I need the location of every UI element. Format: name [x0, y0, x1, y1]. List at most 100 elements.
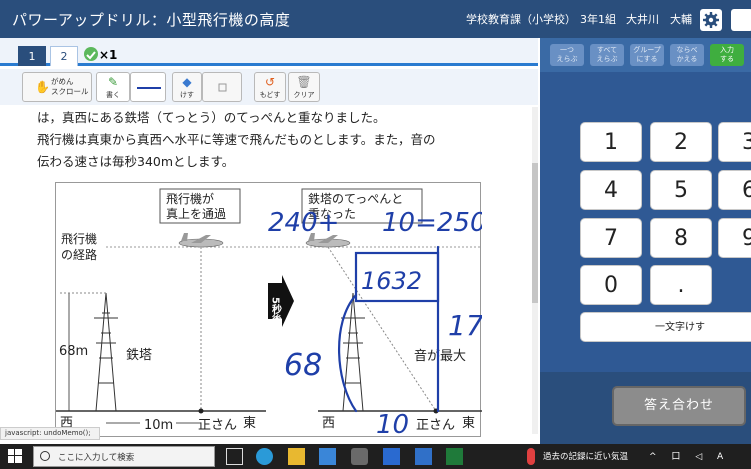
key-5[interactable]: 5 — [650, 170, 712, 210]
key-3[interactable]: 3 — [718, 122, 751, 162]
sei-label-left: 正さん — [198, 418, 237, 433]
mode-tabs: 一つ えらぶ すべて えらぶ グループ にする ならべ かえる 入力 する — [540, 38, 751, 72]
line-width-button[interactable] — [130, 72, 166, 102]
correct-count: ×1 — [99, 48, 118, 62]
mode-tab-select-all[interactable]: すべて えらぶ — [590, 44, 624, 66]
undo-label: もどす — [259, 91, 281, 99]
route-label-2: の経路 — [61, 247, 97, 262]
key-4[interactable]: 4 — [580, 170, 642, 210]
key-2[interactable]: 2 — [650, 122, 712, 162]
trash-icon: 🗑 — [296, 75, 312, 89]
camera-icon[interactable] — [351, 448, 368, 465]
time-label: 5秒後 — [270, 297, 282, 325]
distance-label: 10m — [144, 418, 173, 433]
sei-label-right: 正さん — [416, 418, 455, 433]
page-tab-1[interactable]: 1 — [18, 46, 46, 66]
scroll-tool-button[interactable]: ✋ がめん スクロール — [22, 72, 92, 102]
content-scrollbar[interactable] — [532, 107, 538, 434]
checkmark-icon — [84, 47, 98, 61]
clear-button[interactable]: 🗑 クリア — [288, 72, 320, 102]
key-6[interactable]: 6 — [718, 170, 751, 210]
tower-right — [341, 292, 365, 412]
hw-1700: 1700 — [448, 309, 482, 342]
square-icon — [218, 83, 227, 92]
left-caption-2: 真上を通過 — [166, 207, 226, 221]
sound-label: 音が最大 — [414, 348, 466, 364]
system-tray[interactable]: ^ 口 ◁ A — [649, 449, 729, 462]
title-bar: パワーアップドリル：小型飛行機の高度 学校教育課（小学校） 3年1組 大井川 大… — [0, 0, 751, 38]
line-width-icon — [137, 87, 161, 89]
hw-68: 68 — [284, 348, 322, 383]
drawing-toolbar: ✋ がめん スクロール ✎ 書く ◆ けす ↺ もどす 🗑 クリア — [0, 69, 538, 105]
app-title: パワーアップドリル：小型飛行機の高度 — [12, 11, 291, 29]
input-panel: 一つ えらぶ すべて えらぶ グループ にする ならべ かえる 入力 する 1 … — [540, 38, 751, 444]
question-text: は，真西にある鉄塔（てっとう）のてっぺんと重なりました。 飛行機は真東から真西へ… — [0, 105, 538, 173]
route-label-1: 飛行機 — [61, 231, 97, 246]
scroll-thumb[interactable] — [532, 163, 538, 303]
right-caption-1: 鉄塔のてっぺんと — [308, 191, 403, 206]
problem-figure[interactable]: 飛行機が 真上を通過 鉄塔のてっぺんと 重なった 飛行機 の経路 68m 鉄塔 … — [55, 182, 482, 438]
hw-eq2: 10=250 — [382, 208, 482, 238]
taskbar-search[interactable]: ここに入力して検索 — [33, 446, 215, 467]
clear-label: クリア — [293, 91, 315, 99]
delete-char-button[interactable]: 一文字けす — [580, 312, 751, 342]
figure-canvas[interactable]: 飛行機が 真上を通過 鉄塔のてっぺんと 重なった 飛行機 の経路 68m 鉄塔 … — [56, 183, 482, 438]
hand-icon: ✋ — [35, 80, 50, 94]
windows-start-icon[interactable] — [8, 449, 22, 463]
folder-icon[interactable] — [288, 448, 305, 465]
handwriting-text: 240+ 10=250 1632 1700 68 10 — [268, 208, 482, 438]
key-0[interactable]: 0 — [580, 265, 642, 305]
app-icon-blue-2[interactable] — [415, 448, 432, 465]
app-icon-blue[interactable] — [383, 448, 400, 465]
settings-button[interactable] — [700, 9, 722, 31]
mode-tab-group[interactable]: グループ にする — [630, 44, 664, 66]
left-caption-1: 飛行機が — [166, 191, 214, 206]
hw-eq1: 240+ — [268, 208, 339, 238]
check-answer-button[interactable]: 答え合わせ — [612, 386, 746, 426]
search-icon — [40, 451, 50, 461]
thermometer-icon — [527, 448, 535, 465]
sei-marker — [198, 408, 204, 414]
window-menu-button[interactable] — [731, 9, 751, 31]
question-line-1: は，真西にある鉄塔（てっとう）のてっぺんと重なりました。 — [37, 110, 386, 125]
eraser-tool-label: けす — [180, 91, 194, 99]
undo-button[interactable]: ↺ もどす — [254, 72, 286, 102]
height-label: 68m — [59, 344, 88, 359]
page-tab-2[interactable]: 2 — [50, 46, 78, 66]
pen-tool-label: 書く — [106, 91, 120, 99]
user-name: 大井川 大輔 — [626, 13, 692, 26]
key-1[interactable]: 1 — [580, 122, 642, 162]
search-placeholder: ここに入力して検索 — [58, 453, 135, 463]
eraser-icon: ◆ — [182, 75, 192, 89]
weather-text[interactable]: 過去の記録に近い気温 — [543, 450, 628, 462]
edge-icon[interactable] — [256, 448, 273, 465]
page-tab-strip: 1 2 ×1 — [0, 38, 538, 66]
hw-10: 10 — [376, 410, 409, 438]
eraser-size-button[interactable] — [202, 72, 242, 102]
undo-icon: ↺ — [264, 75, 276, 89]
number-keypad: 1 2 3 4 5 6 7 8 9 0 . 一文字けす — [540, 72, 751, 372]
pen-tool-button[interactable]: ✎ 書く — [96, 72, 130, 102]
eraser-tool-button[interactable]: ◆ けす — [172, 72, 202, 102]
class-label: 3年1組 — [580, 13, 616, 26]
browser-status-text: javascript: undoMemo(); — [0, 427, 100, 440]
airplane-left — [178, 233, 224, 248]
mode-tab-input[interactable]: 入力 する — [710, 44, 744, 66]
mode-tab-select-one[interactable]: 一つ えらぶ — [550, 44, 584, 66]
excel-icon[interactable] — [446, 448, 463, 465]
key-8[interactable]: 8 — [650, 218, 712, 258]
scroll-tool-label: がめん スクロール — [51, 77, 89, 96]
question-line-2: 飛行機は真東から真西へ水平に等速で飛んだものとします。また，音の — [37, 132, 436, 147]
key-9[interactable]: 9 — [718, 218, 751, 258]
task-view-icon[interactable] — [226, 448, 243, 465]
west-label-right: 西 — [322, 416, 335, 431]
tower-label: 鉄塔 — [126, 348, 152, 363]
hw-1632: 1632 — [361, 267, 422, 295]
mail-icon[interactable] — [319, 448, 336, 465]
pencil-icon: ✎ — [107, 75, 119, 89]
tower-left — [94, 292, 118, 412]
key-decimal[interactable]: . — [650, 265, 712, 305]
mode-tab-sort[interactable]: ならべ かえる — [670, 44, 704, 66]
question-line-3: 伝わる速さは毎秒340mとします。 — [37, 154, 235, 169]
key-7[interactable]: 7 — [580, 218, 642, 258]
